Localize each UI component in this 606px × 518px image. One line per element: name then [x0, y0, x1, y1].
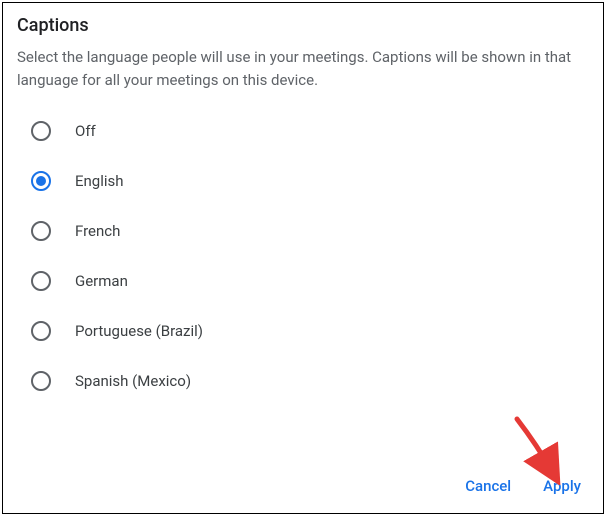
radio-label: Portuguese (Brazil) [75, 322, 203, 340]
radio-icon [31, 321, 51, 341]
radio-option-portuguese-brazil[interactable]: Portuguese (Brazil) [31, 321, 589, 341]
radio-option-french[interactable]: French [31, 221, 589, 241]
radio-option-spanish-mexico[interactable]: Spanish (Mexico) [31, 371, 589, 391]
dialog-title: Captions [17, 15, 589, 36]
radio-label: German [75, 272, 128, 290]
language-radio-group: Off English French German Portuguese (Br… [17, 121, 589, 391]
dialog-actions: Cancel Apply [463, 473, 583, 499]
radio-label: Spanish (Mexico) [75, 372, 191, 390]
radio-option-off[interactable]: Off [31, 121, 589, 141]
radio-icon [31, 221, 51, 241]
radio-icon [31, 271, 51, 291]
radio-label: Off [75, 122, 96, 140]
radio-icon [31, 371, 51, 391]
captions-dialog: Captions Select the language people will… [2, 2, 604, 514]
cancel-button[interactable]: Cancel [463, 473, 513, 499]
radio-option-english[interactable]: English [31, 171, 589, 191]
dialog-description: Select the language people will use in y… [17, 46, 589, 91]
radio-icon [31, 121, 51, 141]
radio-option-german[interactable]: German [31, 271, 589, 291]
radio-label: French [75, 222, 120, 240]
radio-icon [31, 171, 51, 191]
apply-button[interactable]: Apply [541, 473, 583, 499]
radio-label: English [75, 172, 124, 190]
